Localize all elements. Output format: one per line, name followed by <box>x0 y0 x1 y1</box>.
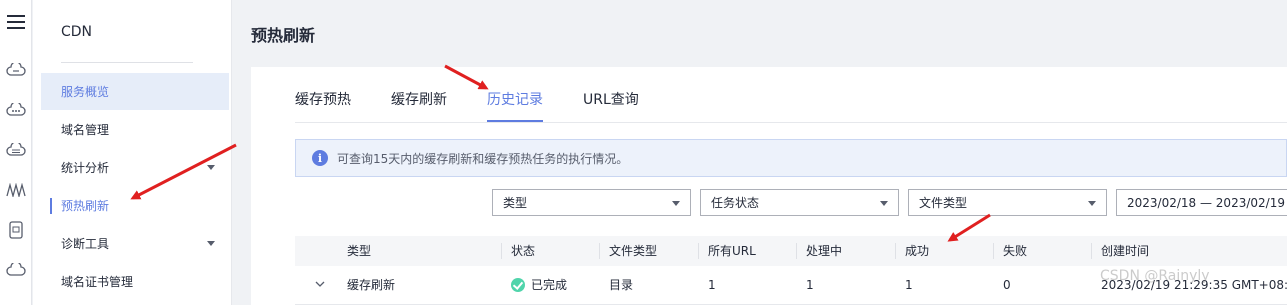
sidebar-item-domains[interactable]: 域名管理 <box>41 111 229 148</box>
cell-all-url: 1 <box>708 278 716 292</box>
cloud-dots-icon[interactable] <box>6 100 26 120</box>
chevron-down-icon <box>207 241 215 246</box>
date-range-picker[interactable]: 2023/02/18 — 2023/02/19 <box>1116 189 1287 216</box>
cell-success: 1 <box>905 278 913 292</box>
sidebar-item-label: 域名管理 <box>61 123 110 137</box>
column-header-file-type: 文件类型 <box>609 244 658 258</box>
cloud-stack-icon[interactable] <box>6 140 26 160</box>
info-icon: i <box>312 150 328 166</box>
cdn-sidebar: CDN 服务概览 域名管理 统计分析 预热刷新 诊断工具 域名证书管理 <box>33 0 232 305</box>
column-header-success: 成功 <box>905 244 930 258</box>
cell-status: 已完成 <box>511 266 567 305</box>
page-title: 预热刷新 <box>251 26 316 45</box>
chevron-down-icon <box>207 165 215 170</box>
cloud-outline-icon[interactable] <box>6 260 26 280</box>
file-type-select[interactable]: 文件类型 <box>908 189 1107 216</box>
cell-processing: 1 <box>806 278 814 292</box>
success-check-icon <box>511 278 525 292</box>
type-select[interactable]: 类型 <box>492 189 691 216</box>
file-type-select-value: 文件类型 <box>919 196 968 210</box>
type-select-value: 类型 <box>503 196 528 210</box>
date-range-value: 2023/02/18 — 2023/02/19 <box>1127 195 1285 210</box>
column-divider <box>501 243 502 259</box>
column-divider <box>895 243 896 259</box>
sidebar-divider <box>61 62 193 63</box>
column-divider <box>1091 243 1092 259</box>
sidebar-item-diagnostics[interactable]: 诊断工具 <box>41 225 229 262</box>
watermark: CSDN @Rainyly <box>1100 268 1210 284</box>
sidebar-item-overview[interactable]: 服务概览 <box>41 73 229 110</box>
task-status-select[interactable]: 任务状态 <box>700 189 899 216</box>
expand-chevron-icon[interactable] <box>315 279 325 289</box>
cell-type: 缓存刷新 <box>347 278 396 292</box>
column-divider <box>993 243 994 259</box>
tab-cache-refresh[interactable]: 缓存刷新 <box>391 89 447 123</box>
sidebar-item-label: 服务概览 <box>61 85 110 99</box>
cell-failed: 0 <box>1003 278 1011 292</box>
sidebar-item-label: 统计分析 <box>61 161 110 175</box>
menu-icon[interactable] <box>6 12 26 32</box>
chevron-down-icon <box>880 201 888 206</box>
column-header-all-url: 所有URL <box>708 244 756 258</box>
column-divider <box>698 243 699 259</box>
column-divider <box>796 243 797 259</box>
sidebar-item-label: 诊断工具 <box>61 237 110 251</box>
device-icon[interactable] <box>6 220 26 240</box>
info-notice: i 可查询15天内的缓存刷新和缓存预热任务的执行情况。 <box>295 139 1287 177</box>
chevron-down-icon <box>1088 201 1096 206</box>
cell-file-type: 目录 <box>609 278 634 292</box>
sidebar-item-statistics[interactable]: 统计分析 <box>41 149 229 186</box>
sidebar-item-certificates[interactable]: 域名证书管理 <box>41 263 229 300</box>
cloud-icon[interactable] <box>6 60 26 80</box>
tab-url-query[interactable]: URL查询 <box>583 89 639 123</box>
tab-cache-preheat[interactable]: 缓存预热 <box>295 89 351 123</box>
wave-icon[interactable] <box>6 180 26 200</box>
sidebar-title: CDN <box>61 24 93 40</box>
global-icon-rail <box>0 0 32 305</box>
sidebar-item-label: 预热刷新 <box>61 199 110 213</box>
task-status-select-value: 任务状态 <box>711 196 760 210</box>
table-header: 类型 状态 文件类型 所有URL 处理中 成功 失败 创建时间 <box>295 236 1287 266</box>
tab-divider <box>295 122 1287 123</box>
column-divider <box>599 243 600 259</box>
sidebar-item-label: 域名证书管理 <box>61 275 134 289</box>
chevron-down-icon <box>672 201 680 206</box>
notice-text: 可查询15天内的缓存刷新和缓存预热任务的执行情况。 <box>337 151 629 166</box>
column-header-status: 状态 <box>511 244 536 258</box>
status-text: 已完成 <box>531 278 568 292</box>
column-header-type: 类型 <box>347 244 372 258</box>
column-header-failed: 失败 <box>1003 244 1028 258</box>
column-header-created: 创建时间 <box>1101 244 1150 258</box>
sidebar-item-preheat-refresh[interactable]: 预热刷新 <box>41 187 229 224</box>
active-indicator <box>50 198 52 214</box>
column-header-processing: 处理中 <box>806 244 843 258</box>
tab-history[interactable]: 历史记录 <box>487 89 543 123</box>
